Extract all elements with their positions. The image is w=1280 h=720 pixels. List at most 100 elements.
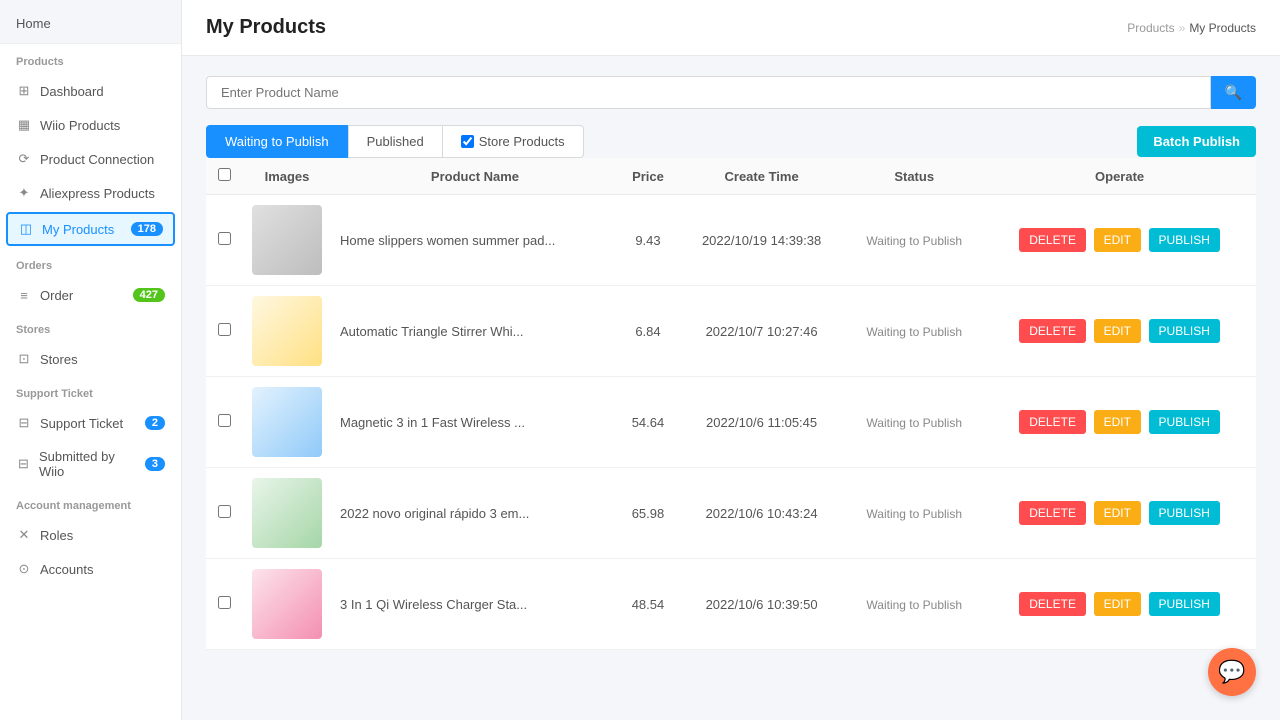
col-price: Price xyxy=(618,158,678,195)
table-row: Home slippers women summer pad... 9.43 2… xyxy=(206,195,1256,286)
sidebar-item-label: Aliexpress Products xyxy=(40,186,155,201)
batch-publish-button[interactable]: Batch Publish xyxy=(1137,126,1256,157)
row-price: 6.84 xyxy=(618,286,678,377)
sidebar-item-label: Accounts xyxy=(40,562,93,577)
aliexpress-icon xyxy=(16,185,32,201)
chat-icon: 💬 xyxy=(1218,659,1245,685)
search-input[interactable] xyxy=(206,76,1211,109)
row-image xyxy=(242,559,332,650)
row-create-time: 2022/10/7 10:27:46 xyxy=(678,286,845,377)
sidebar-item-order[interactable]: Order 427 xyxy=(0,278,181,312)
row-product-name: 3 In 1 Qi Wireless Charger Sta... xyxy=(332,559,618,650)
publish-button[interactable]: PUBLISH xyxy=(1149,319,1220,343)
connection-icon xyxy=(16,151,32,167)
chat-bubble[interactable]: 💬 xyxy=(1208,648,1256,696)
publish-button[interactable]: PUBLISH xyxy=(1149,228,1220,252)
row-image xyxy=(242,195,332,286)
store-products-checkbox[interactable] xyxy=(461,135,474,148)
main-header: My Products Products » My Products xyxy=(182,0,1280,56)
row-select-checkbox[interactable] xyxy=(218,505,231,518)
status-badge: Waiting to Publish xyxy=(866,234,962,248)
row-image xyxy=(242,286,332,377)
tab-waiting-to-publish[interactable]: Waiting to Publish xyxy=(206,125,348,158)
table-row: 2022 novo original rápido 3 em... 65.98 … xyxy=(206,468,1256,559)
edit-button[interactable]: EDIT xyxy=(1094,592,1141,616)
sidebar-item-dashboard[interactable]: Dashboard xyxy=(0,74,181,108)
tab-store-products[interactable]: Store Products xyxy=(443,125,584,158)
sidebar: Home Products Dashboard Wiio Products Pr… xyxy=(0,0,182,720)
product-table: Images Product Name Price Create Time St… xyxy=(206,158,1256,650)
col-create-time: Create Time xyxy=(678,158,845,195)
sidebar-item-label: Stores xyxy=(40,352,78,367)
sidebar-item-my-products[interactable]: My Products 178 xyxy=(6,212,175,246)
row-checkbox xyxy=(206,195,242,286)
search-button[interactable]: 🔍 xyxy=(1211,76,1256,109)
row-product-name: 2022 novo original rápido 3 em... xyxy=(332,468,618,559)
order-badge: 427 xyxy=(133,288,165,302)
sidebar-section-orders: Orders xyxy=(0,248,181,278)
tab-published[interactable]: Published xyxy=(348,125,443,158)
sidebar-item-product-connection[interactable]: Product Connection xyxy=(0,142,181,176)
status-badge: Waiting to Publish xyxy=(866,598,962,612)
publish-button[interactable]: PUBLISH xyxy=(1149,592,1220,616)
tabs-row: Waiting to Publish Published Store Produ… xyxy=(206,125,1256,158)
store-icon xyxy=(16,351,32,367)
delete-button[interactable]: DELETE xyxy=(1019,501,1086,525)
row-select-checkbox[interactable] xyxy=(218,323,231,336)
sidebar-item-stores[interactable]: Stores xyxy=(0,342,181,376)
home-label: Home xyxy=(16,16,51,31)
col-status: Status xyxy=(845,158,983,195)
edit-button[interactable]: EDIT xyxy=(1094,319,1141,343)
product-image xyxy=(252,569,322,639)
publish-button[interactable]: PUBLISH xyxy=(1149,410,1220,434)
delete-button[interactable]: DELETE xyxy=(1019,410,1086,434)
sidebar-item-roles[interactable]: Roles xyxy=(0,518,181,552)
ticket-icon xyxy=(16,415,32,431)
delete-button[interactable]: DELETE xyxy=(1019,592,1086,616)
delete-button[interactable]: DELETE xyxy=(1019,319,1086,343)
row-price: 65.98 xyxy=(618,468,678,559)
row-select-checkbox[interactable] xyxy=(218,596,231,609)
sidebar-item-support-ticket[interactable]: Support Ticket 2 xyxy=(0,406,181,440)
search-bar: 🔍 xyxy=(206,76,1256,109)
sidebar-item-aliexpress-products[interactable]: Aliexpress Products xyxy=(0,176,181,210)
breadcrumb-parent: Products xyxy=(1127,21,1174,35)
sidebar-item-label: Wiio Products xyxy=(40,118,120,133)
sidebar-item-label: Submitted by Wiio xyxy=(39,449,137,479)
main-area: My Products Products » My Products 🔍 Wai… xyxy=(182,0,1280,720)
sidebar-item-label: Support Ticket xyxy=(40,416,123,431)
sidebar-item-accounts[interactable]: Accounts xyxy=(0,552,181,586)
status-badge: Waiting to Publish xyxy=(866,507,962,521)
select-all-checkbox[interactable] xyxy=(218,168,231,181)
table-row: Magnetic 3 in 1 Fast Wireless ... 54.64 … xyxy=(206,377,1256,468)
sidebar-item-submitted-by-wiio[interactable]: Submitted by Wiio 3 xyxy=(0,440,181,488)
row-image xyxy=(242,377,332,468)
row-status: Waiting to Publish xyxy=(845,559,983,650)
sidebar-home[interactable]: Home xyxy=(0,0,181,44)
publish-button[interactable]: PUBLISH xyxy=(1149,501,1220,525)
submitted-icon xyxy=(16,456,31,472)
row-create-time: 2022/10/6 10:39:50 xyxy=(678,559,845,650)
row-status: Waiting to Publish xyxy=(845,195,983,286)
submitted-badge: 3 xyxy=(145,457,165,471)
my-products-badge: 178 xyxy=(131,222,163,236)
sidebar-section-products: Products xyxy=(0,44,181,74)
status-badge: Waiting to Publish xyxy=(866,416,962,430)
row-select-checkbox[interactable] xyxy=(218,414,231,427)
row-status: Waiting to Publish xyxy=(845,468,983,559)
sidebar-item-label: Product Connection xyxy=(40,152,154,167)
edit-button[interactable]: EDIT xyxy=(1094,501,1141,525)
row-checkbox xyxy=(206,559,242,650)
delete-button[interactable]: DELETE xyxy=(1019,228,1086,252)
row-checkbox xyxy=(206,468,242,559)
breadcrumb-current: My Products xyxy=(1189,21,1256,35)
edit-button[interactable]: EDIT xyxy=(1094,228,1141,252)
row-operate: DELETE EDIT PUBLISH xyxy=(983,559,1256,650)
row-create-time: 2022/10/6 10:43:24 xyxy=(678,468,845,559)
row-product-name: Magnetic 3 in 1 Fast Wireless ... xyxy=(332,377,618,468)
row-select-checkbox[interactable] xyxy=(218,232,231,245)
edit-button[interactable]: EDIT xyxy=(1094,410,1141,434)
dashboard-icon xyxy=(16,83,32,99)
sidebar-item-wiio-products[interactable]: Wiio Products xyxy=(0,108,181,142)
accounts-icon xyxy=(16,561,32,577)
